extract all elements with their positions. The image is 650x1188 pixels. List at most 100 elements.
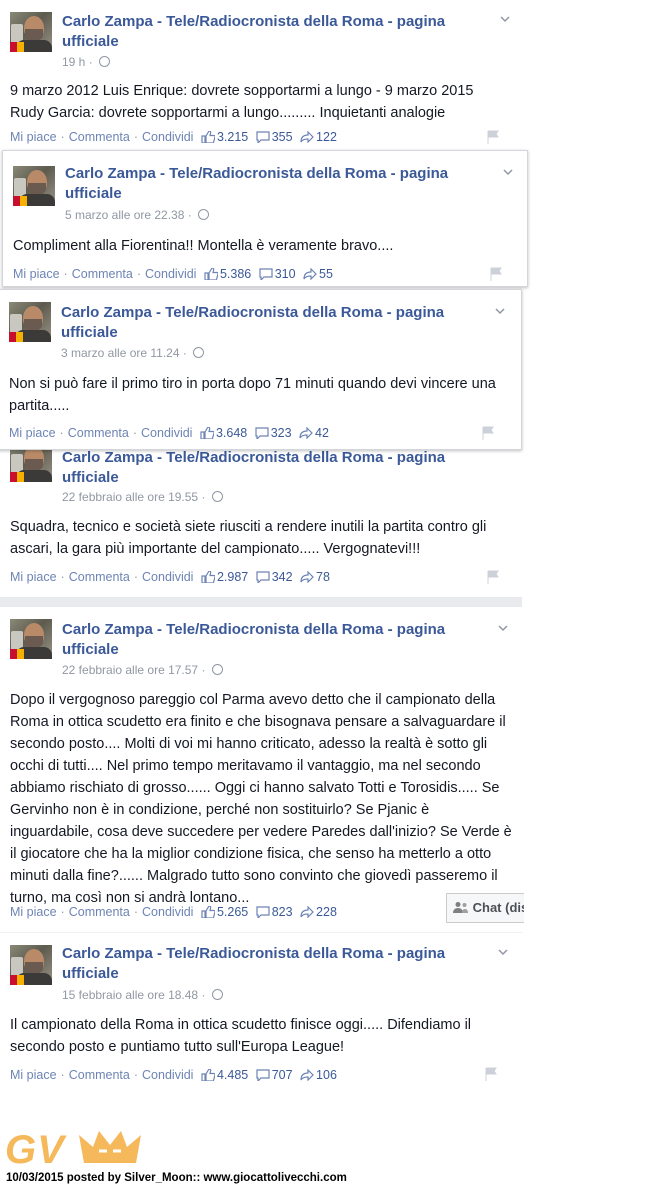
timestamp-text: 22 febbraio alle ore 17.57 [62,663,199,677]
timestamp-text: 19 h [62,55,86,69]
share-button[interactable]: Condividi [142,1068,193,1082]
report-flag-icon[interactable] [484,1067,498,1081]
post-author-link[interactable]: Carlo Zampa - Tele/Radiocronista della R… [62,944,482,984]
people-icon [453,902,468,913]
chevron-down-icon[interactable] [495,306,505,316]
post-timestamp[interactable]: 3 marzo alle ore 11.24 · [61,346,205,360]
like-count-icon [201,906,215,918]
comment-count[interactable]: 310 [275,267,296,281]
like-count[interactable]: 5.386 [220,267,251,281]
share-button[interactable]: Condividi [142,905,193,919]
post-timestamp[interactable]: 22 febbraio alle ore 17.57 · [62,663,223,677]
comment-count[interactable]: 342 [272,570,293,584]
post-author-link[interactable]: Carlo Zampa - Tele/Radiocronista della R… [61,303,481,343]
post-timestamp[interactable]: 22 febbraio alle ore 19.55 · [62,490,223,504]
comment-count[interactable]: 323 [271,426,292,440]
globe-icon [211,491,223,502]
post-author-link[interactable]: Carlo Zampa - Tele/Radiocronista della R… [62,12,482,52]
globe-icon [198,209,210,220]
feed-post: Carlo Zampa - Tele/Radiocronista della R… [0,607,522,932]
share-count-icon [300,1069,314,1081]
avatar[interactable] [9,302,51,342]
share-count[interactable]: 106 [316,1068,337,1082]
post-actions: Mi piace · Commenta · Condividi 3.215 355 12… [10,130,337,144]
comment-button[interactable]: Commenta [69,905,130,919]
like-count-icon [201,1069,215,1081]
post-timestamp[interactable]: 19 h · [62,55,111,69]
share-count-icon [300,571,314,583]
like-count[interactable]: 5.265 [217,905,248,919]
like-button[interactable]: Mi piace [10,905,57,919]
chat-tab[interactable]: Chat (dis [446,893,524,923]
like-button[interactable]: Mi piace [10,570,57,584]
report-flag-icon[interactable] [489,267,503,281]
timestamp-text: 3 marzo alle ore 11.24 [61,346,180,360]
post-timestamp[interactable]: 5 marzo alle ore 22.38 · [65,208,210,222]
post-actions: Mi piace · Commenta · Condividi 4.485 707 10… [10,1068,337,1082]
report-flag-icon[interactable] [486,130,500,144]
share-button[interactable]: Condividi [141,426,192,440]
comment-button[interactable]: Commenta [68,426,129,440]
share-count[interactable]: 78 [316,570,330,584]
feed-post: Carlo Zampa - Tele/Radiocronista della R… [0,0,522,150]
like-count[interactable]: 3.215 [217,130,248,144]
post-author-link[interactable]: Carlo Zampa - Tele/Radiocronista della R… [62,448,482,488]
comment-count-icon [256,131,270,143]
post-actions: Mi piace · Commenta · Condividi 3.648 323 42 [9,426,329,440]
like-count[interactable]: 3.648 [216,426,247,440]
share-button[interactable]: Condividi [145,267,196,281]
feed-post: Carlo Zampa - Tele/Radiocronista della R… [0,933,522,1098]
share-count[interactable]: 42 [315,426,329,440]
comment-button[interactable]: Commenta [69,570,130,584]
post-author-link[interactable]: Carlo Zampa - Tele/Radiocronista della R… [62,620,482,660]
post-timestamp[interactable]: 15 febbraio alle ore 18.48 · [62,988,223,1002]
avatar[interactable] [10,12,52,52]
like-button[interactable]: Mi piace [10,130,57,144]
comment-count-icon [256,1069,270,1081]
comment-button[interactable]: Commenta [69,130,130,144]
comment-button[interactable]: Commenta [72,267,133,281]
share-count-icon [300,131,314,143]
share-count[interactable]: 55 [319,267,333,281]
chevron-down-icon[interactable] [498,623,508,633]
globe-icon [193,347,205,358]
avatar[interactable] [13,166,55,206]
comment-count[interactable]: 707 [272,1068,293,1082]
share-button[interactable]: Condividi [142,570,193,584]
like-button[interactable]: Mi piace [10,1068,57,1082]
comment-count-icon [256,571,270,583]
post-text: Compliment alla Fiorentina!! Montella è … [13,238,394,254]
chevron-down-icon[interactable] [503,167,513,177]
like-count-icon [204,268,218,280]
feed-post: Carlo Zampa - Tele/Radiocronista della R… [0,289,522,450]
comment-count-icon [259,268,273,280]
report-flag-icon[interactable] [481,426,495,440]
globe-icon [211,664,223,675]
comment-count-icon [256,906,270,918]
report-flag-icon[interactable] [486,570,500,584]
post-author-link[interactable]: Carlo Zampa - Tele/Radiocronista della R… [65,164,485,204]
comment-count[interactable]: 823 [272,905,293,919]
like-count[interactable]: 2.987 [217,570,248,584]
like-button[interactable]: Mi piace [9,426,56,440]
share-count[interactable]: 228 [316,905,337,919]
like-count[interactable]: 4.485 [217,1068,248,1082]
share-button[interactable]: Condividi [142,130,193,144]
globe-icon [99,56,111,67]
comment-count[interactable]: 355 [272,130,293,144]
share-count-icon [300,906,314,918]
like-count-icon [201,131,215,143]
chevron-down-icon[interactable] [500,14,510,24]
avatar[interactable] [10,945,52,985]
like-button[interactable]: Mi piace [13,267,60,281]
avatar[interactable] [10,619,52,659]
share-count[interactable]: 122 [316,130,337,144]
share-count-icon [303,268,317,280]
post-text: Non si può fare il primo tiro in porta d… [9,376,496,414]
comment-button[interactable]: Commenta [69,1068,130,1082]
feed-post: Carlo Zampa - Tele/Radiocronista della R… [2,150,528,287]
feed-post: Carlo Zampa - Tele/Radiocronista della R… [0,430,522,596]
chevron-down-icon[interactable] [498,947,508,957]
share-count-icon [299,427,313,439]
watermark-logo: GV [5,1128,143,1173]
